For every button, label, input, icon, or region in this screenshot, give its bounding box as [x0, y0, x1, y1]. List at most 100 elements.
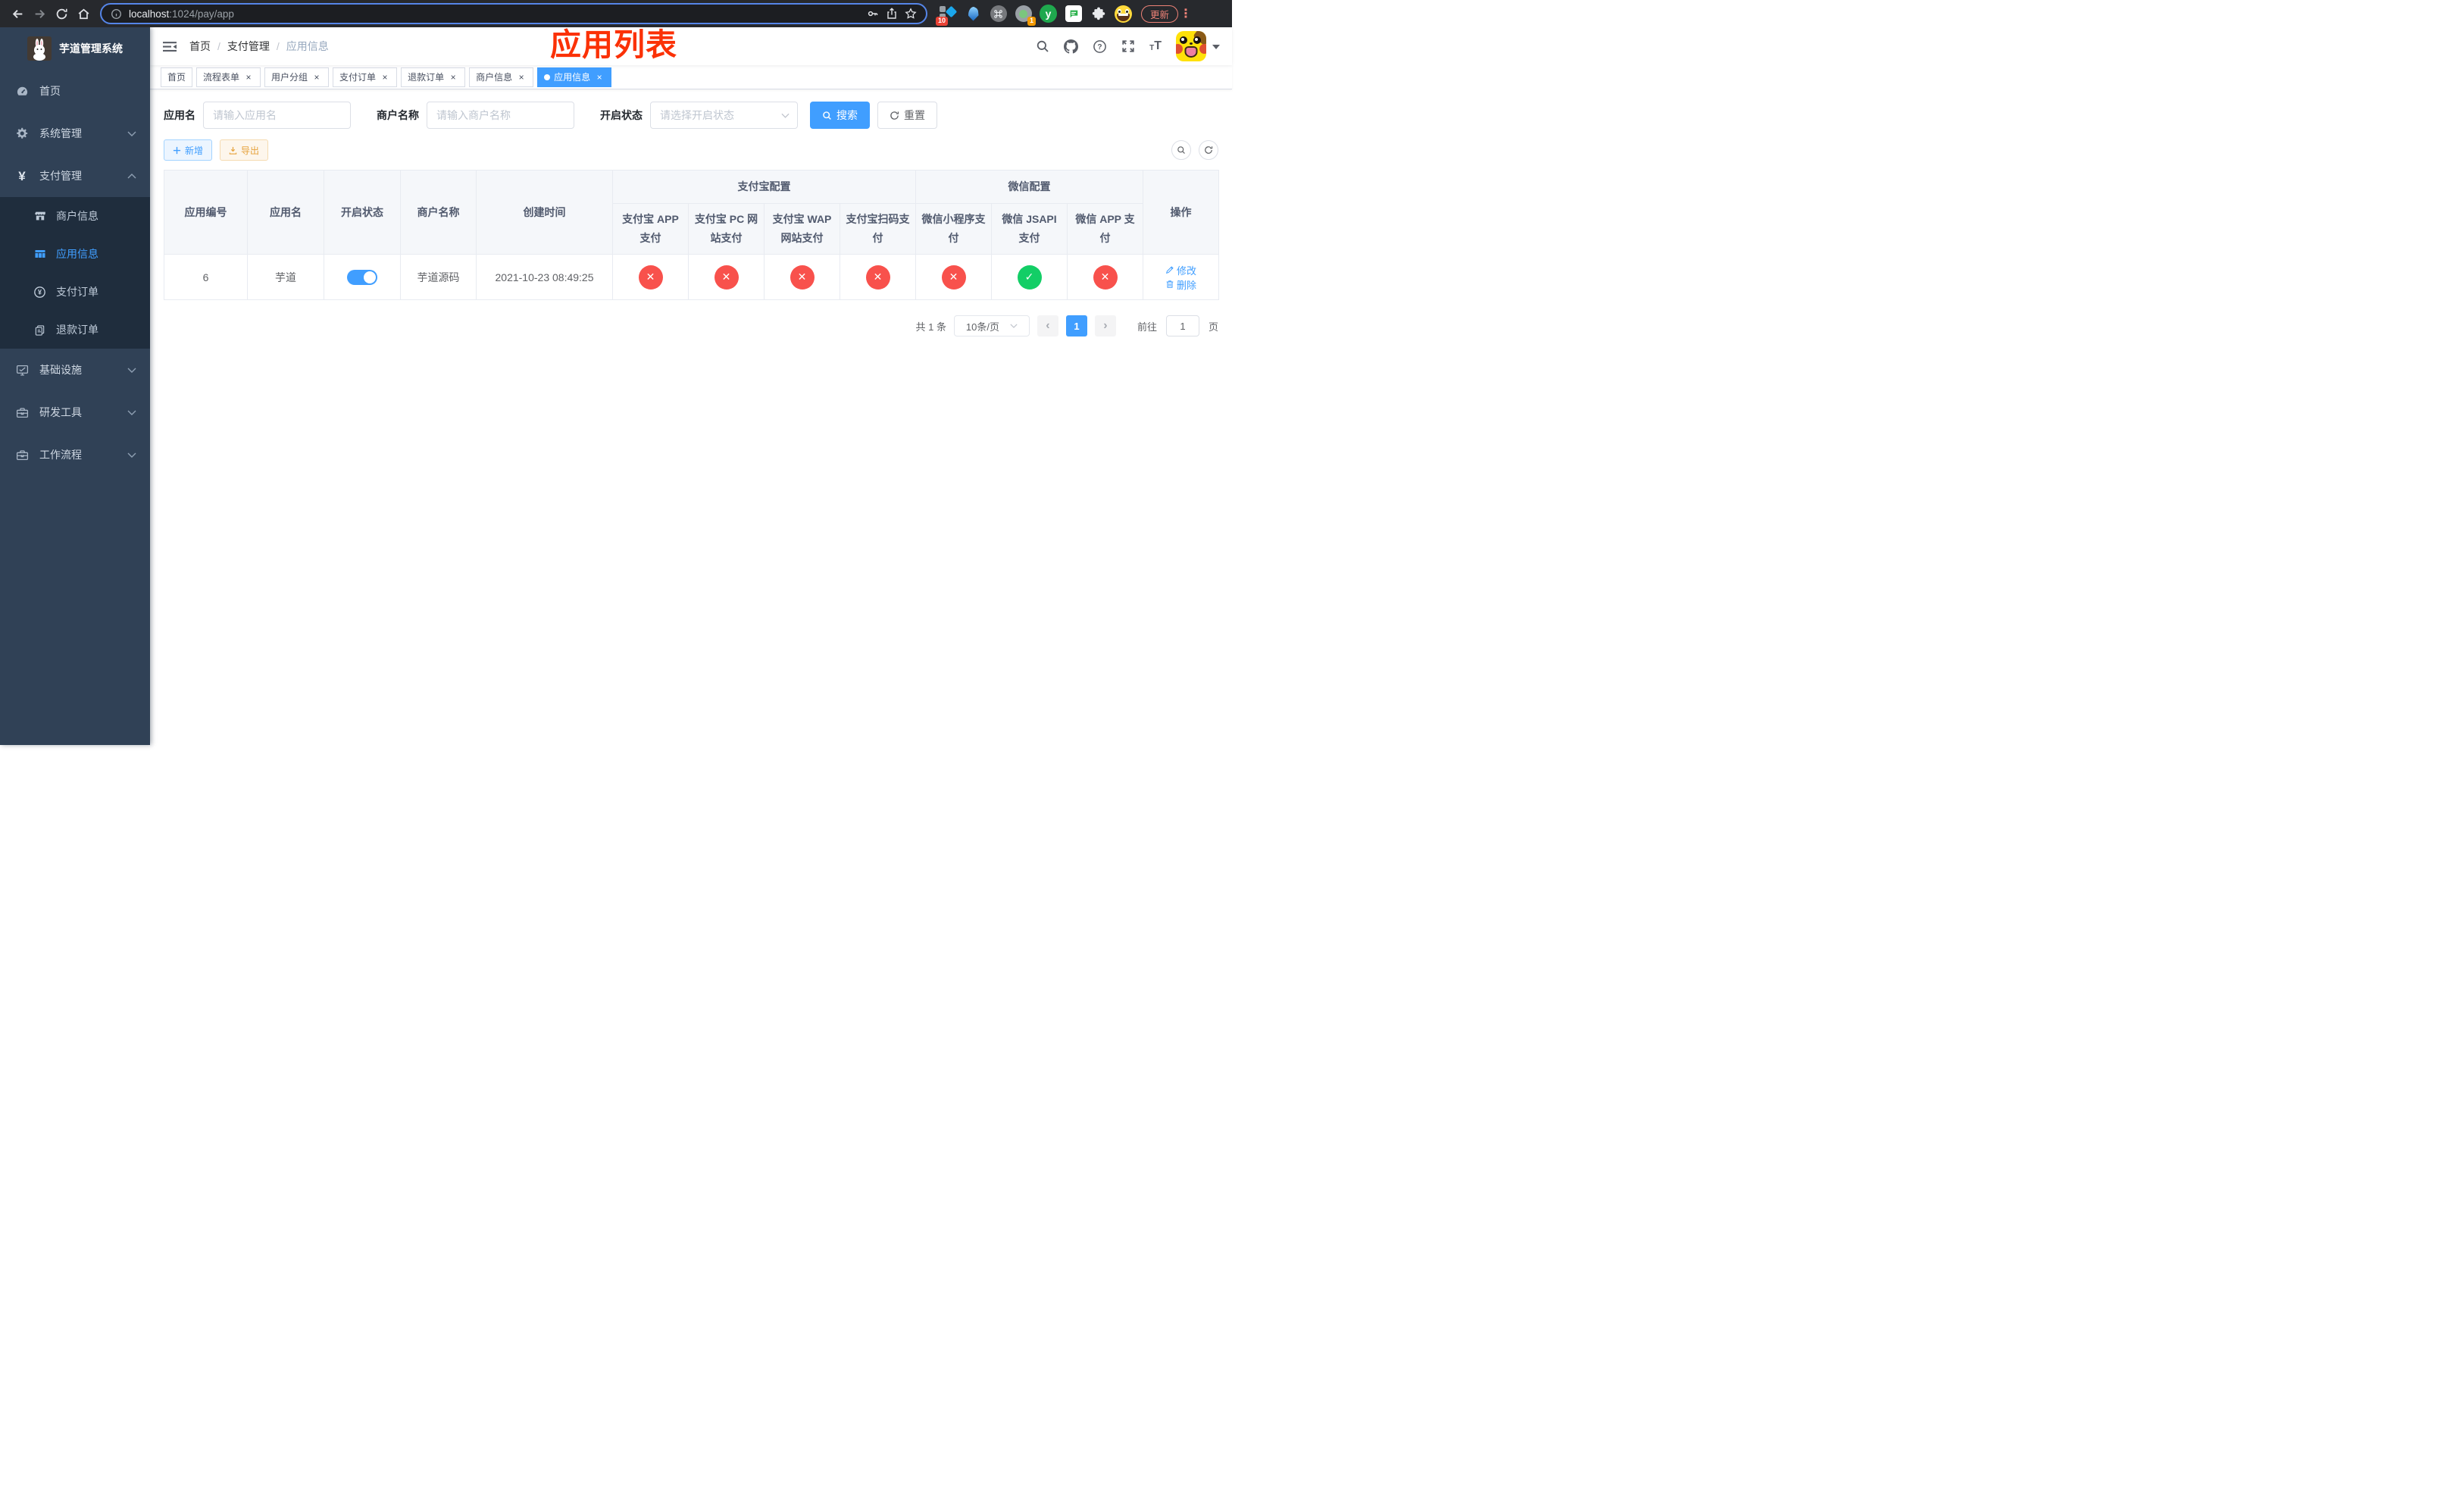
refresh-table-button[interactable]: [1199, 140, 1218, 160]
extension-tiles-icon[interactable]: 10: [936, 5, 958, 26]
sidebar-item-label: 商户信息: [56, 210, 98, 222]
extension-badge: 10: [936, 16, 949, 26]
close-icon[interactable]: [594, 72, 605, 83]
browser-menu-icon[interactable]: ⋮: [1180, 6, 1192, 21]
merchant-name-input[interactable]: [427, 102, 574, 129]
next-page-button[interactable]: [1094, 315, 1116, 337]
table-toolbar: 新增 导出: [164, 139, 1218, 161]
extension-recorder-icon[interactable]: 1: [1015, 5, 1036, 26]
sidebar-item-home[interactable]: 首页: [0, 70, 150, 112]
sidebar-item-dev-tools[interactable]: 研发工具: [0, 391, 150, 434]
share-icon[interactable]: [886, 8, 898, 20]
sidebar-item-merchant-info[interactable]: 商户信息: [0, 197, 150, 235]
status-select[interactable]: 请选择开启状态: [650, 102, 798, 129]
refresh-icon: [890, 111, 899, 120]
plus-icon: [173, 146, 181, 154]
site-info-icon[interactable]: [111, 8, 122, 20]
current-page[interactable]: 1: [1065, 315, 1087, 337]
yen-icon: ¥: [18, 168, 26, 183]
sidebar-item-workflow[interactable]: 工作流程: [0, 434, 150, 476]
url-bar[interactable]: localhost:1024/pay/app: [100, 3, 927, 24]
sidebar-item-infrastructure[interactable]: 基础设施: [0, 349, 150, 391]
chevron-down-icon: [127, 452, 136, 458]
breadcrumb-home[interactable]: 首页: [189, 39, 211, 54]
toolbox-icon: [15, 406, 29, 419]
tab-pay-orders[interactable]: 支付订单: [333, 67, 398, 87]
update-button[interactable]: 更新: [1141, 5, 1179, 23]
total-count: 共 1 条: [915, 321, 946, 333]
extension-emoji-icon[interactable]: [1115, 5, 1132, 23]
password-key-icon[interactable]: [867, 8, 879, 20]
extension-command-icon[interactable]: [990, 5, 1007, 23]
extension-puzzle-icon[interactable]: [1090, 5, 1107, 23]
delete-link[interactable]: 删除: [1165, 277, 1196, 292]
add-button[interactable]: 新增: [164, 139, 213, 161]
extension-badge: 1: [1027, 16, 1036, 26]
extension-chat-icon[interactable]: [1065, 5, 1082, 23]
tab-refund-orders[interactable]: 退款订单: [401, 67, 466, 87]
back-icon[interactable]: [8, 4, 28, 24]
tab-merchant-info[interactable]: 商户信息: [469, 67, 534, 87]
column-header: 支付宝扫码支付: [840, 202, 916, 255]
sidebar-item-app-info[interactable]: 应用信息: [0, 235, 150, 273]
breadcrumb-payment[interactable]: 支付管理: [227, 39, 270, 54]
home-icon[interactable]: [73, 4, 94, 24]
font-size-icon[interactable]: TT: [1149, 40, 1162, 52]
user-menu[interactable]: [1176, 31, 1220, 61]
goto-page-input[interactable]: [1165, 315, 1199, 337]
status-icon: [941, 265, 966, 290]
column-header: 微信 JSAPI 支付: [991, 202, 1068, 255]
bookmark-star-icon[interactable]: [905, 8, 917, 20]
forward-icon[interactable]: [30, 4, 50, 24]
status-icon: [1017, 265, 1042, 290]
extensions-row: 10 1 y: [936, 5, 1132, 26]
page-size-select[interactable]: 10条/页: [953, 315, 1030, 337]
close-icon[interactable]: [448, 72, 458, 83]
sidebar-item-label: 支付管理: [39, 170, 82, 182]
tab-app-info[interactable]: 应用信息: [537, 67, 612, 87]
search-icon[interactable]: [1036, 39, 1049, 53]
app-logo[interactable]: 芋道管理系统: [0, 27, 150, 70]
close-icon[interactable]: [380, 72, 390, 83]
reset-button[interactable]: 重置: [877, 102, 937, 129]
close-icon[interactable]: [243, 72, 254, 83]
reload-icon[interactable]: [52, 4, 72, 24]
search-icon: [1177, 146, 1185, 154]
browser-chrome: localhost:1024/pay/app 10 1 y 更新 ⋮: [0, 0, 1232, 27]
sidebar-item-label: 研发工具: [39, 406, 82, 418]
column-header-operation: 操作: [1143, 169, 1219, 255]
status-label: 开启状态: [600, 109, 643, 121]
edit-pen-icon: [1165, 266, 1174, 274]
tab-home[interactable]: 首页: [161, 67, 193, 87]
column-header: 支付宝 WAP 网站支付: [764, 202, 840, 255]
extension-pin-icon[interactable]: [965, 5, 982, 23]
sidebar-item-refund-orders[interactable]: 退款订单: [0, 311, 150, 349]
close-icon[interactable]: [311, 72, 322, 83]
extension-y-icon[interactable]: y: [1040, 5, 1057, 23]
column-header: 应用编号: [164, 169, 248, 255]
tab-user-group[interactable]: 用户分组: [264, 67, 330, 87]
status-icon: [638, 265, 663, 290]
monitor-icon: [15, 364, 29, 377]
sidebar-item-payment[interactable]: ¥ 支付管理: [0, 155, 150, 197]
page-content: 应用名 商户名称 开启状态 请选择开启状态 搜索 重置: [150, 89, 1232, 349]
prev-page-button[interactable]: [1037, 315, 1058, 337]
enabled-toggle[interactable]: [347, 269, 377, 285]
toggle-search-button[interactable]: [1171, 140, 1191, 160]
edit-link[interactable]: 修改: [1165, 263, 1196, 277]
group-header-wechat: 微信配置: [915, 170, 1143, 204]
sidebar-item-pay-orders[interactable]: ¥ 支付订单: [0, 273, 150, 311]
active-dot: [544, 74, 551, 80]
sidebar-item-system[interactable]: 系统管理: [0, 112, 150, 155]
tab-process-form[interactable]: 流程表单: [196, 67, 261, 87]
github-icon[interactable]: [1064, 39, 1079, 54]
sidebar-toggle-icon[interactable]: [162, 40, 177, 53]
fullscreen-icon[interactable]: [1121, 39, 1135, 53]
svg-text:?: ?: [1098, 43, 1102, 52]
help-icon[interactable]: ?: [1093, 39, 1107, 54]
export-button[interactable]: 导出: [220, 139, 269, 161]
app-name-input[interactable]: [203, 102, 351, 129]
search-button[interactable]: 搜索: [810, 102, 870, 129]
close-icon[interactable]: [516, 72, 527, 83]
group-header-alipay: 支付宝配置: [612, 170, 916, 204]
